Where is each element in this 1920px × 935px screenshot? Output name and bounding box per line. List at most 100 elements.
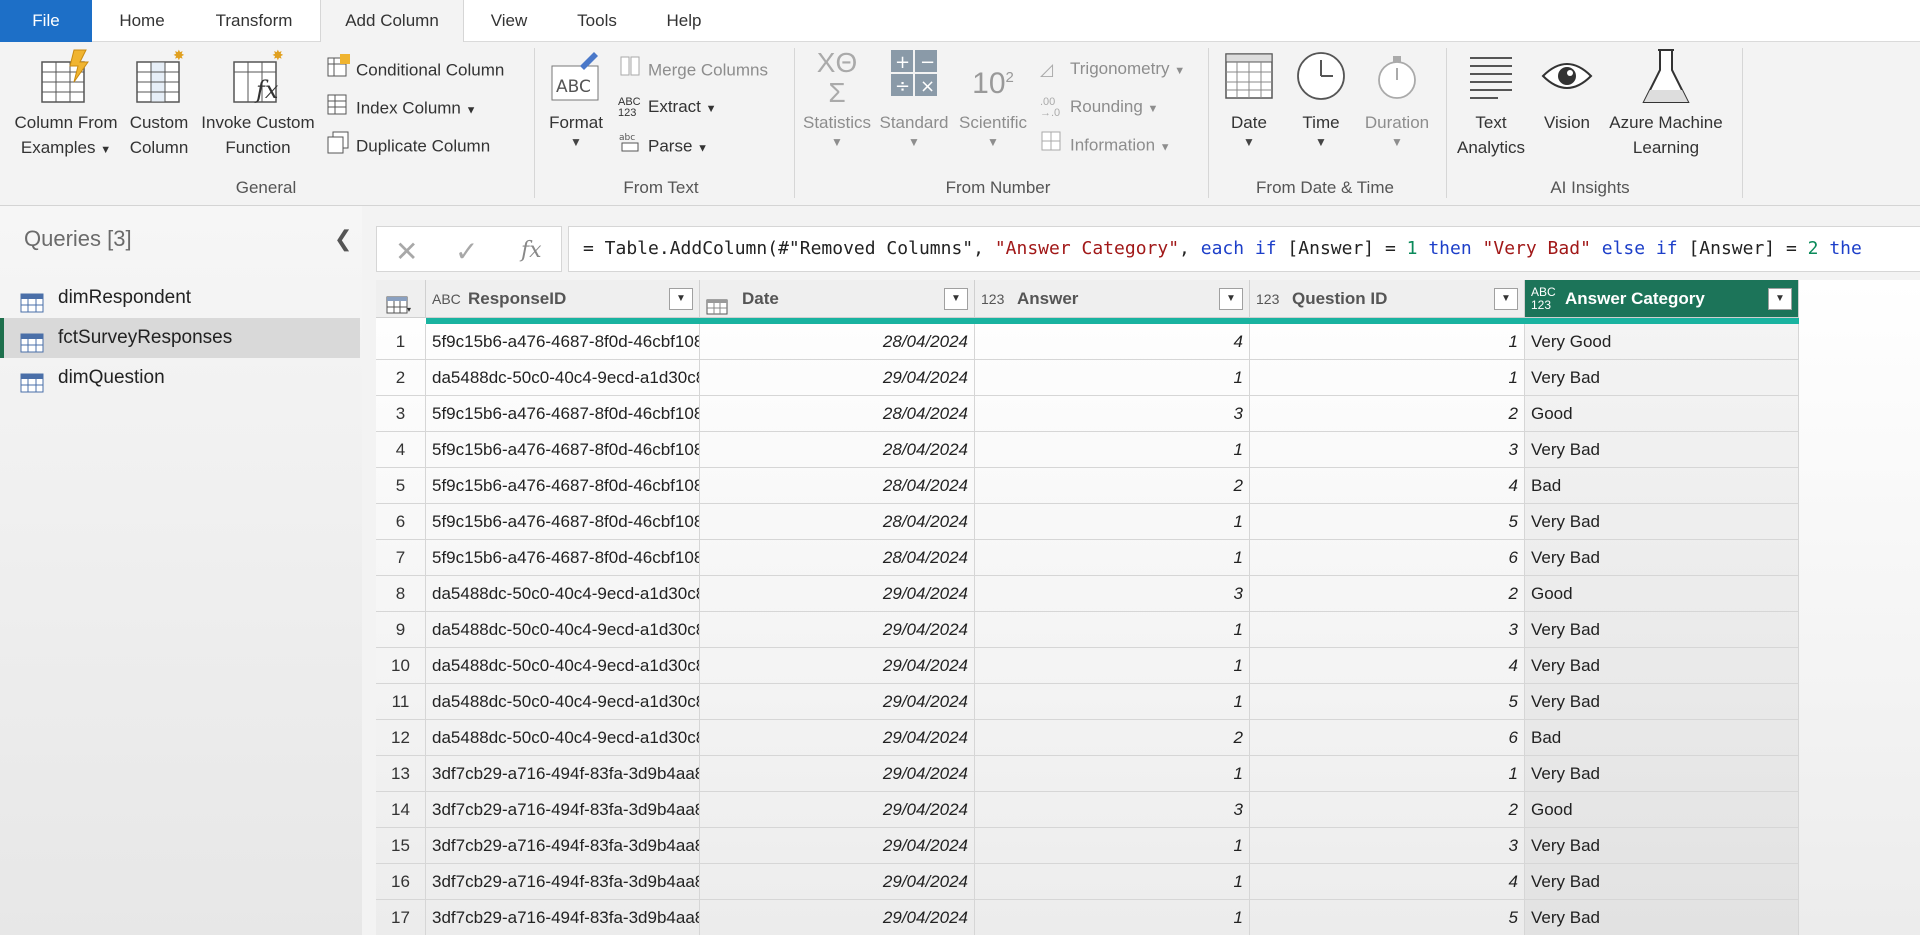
- cell-answer[interactable]: 4: [975, 324, 1250, 360]
- cell-responseid[interactable]: 5f9c15b6-a476-4687-8f0d-46cbf108c841: [426, 504, 700, 540]
- tab-help[interactable]: Help: [652, 0, 716, 42]
- cell-answer-category[interactable]: Bad: [1525, 468, 1799, 504]
- cell-question-id[interactable]: 5: [1250, 504, 1525, 540]
- cell-answer-category[interactable]: Very Bad: [1525, 828, 1799, 864]
- cell-question-id[interactable]: 1: [1250, 324, 1525, 360]
- row-number[interactable]: 5: [376, 468, 426, 504]
- cell-answer-category[interactable]: Bad: [1525, 720, 1799, 756]
- index-column-button[interactable]: Index Column ▼: [326, 92, 477, 122]
- table-row[interactable]: 11da5488dc-50c0-40c4-9ecd-a1d30c8e591129…: [376, 684, 1892, 720]
- cell-responseid[interactable]: 3df7cb29-a716-494f-83fa-3d9b4aa891e5: [426, 792, 700, 828]
- row-number[interactable]: 6: [376, 504, 426, 540]
- cell-answer-category[interactable]: Very Bad: [1525, 756, 1799, 792]
- parse-button[interactable]: abc Parse ▼: [618, 130, 708, 160]
- query-item-fctsurveyresponses[interactable]: fctSurveyResponses: [0, 318, 360, 358]
- cell-date[interactable]: 29/04/2024: [700, 720, 975, 756]
- tab-tools[interactable]: Tools: [562, 0, 632, 42]
- cell-answer-category[interactable]: Good: [1525, 396, 1799, 432]
- cell-responseid[interactable]: 5f9c15b6-a476-4687-8f0d-46cbf108c841: [426, 468, 700, 504]
- cell-answer[interactable]: 1: [975, 684, 1250, 720]
- query-item-dimrespondent[interactable]: dimRespondent: [0, 278, 360, 318]
- row-number[interactable]: 13: [376, 756, 426, 792]
- standard-button[interactable]: + − ÷ × Standard ▼: [876, 48, 952, 149]
- table-row[interactable]: 173df7cb29-a716-494f-83fa-3d9b4aa891e529…: [376, 900, 1892, 935]
- filter-dropdown-icon[interactable]: ▼: [944, 288, 968, 310]
- row-number[interactable]: 14: [376, 792, 426, 828]
- cell-responseid[interactable]: da5488dc-50c0-40c4-9ecd-a1d30c8e5911: [426, 612, 700, 648]
- cell-date[interactable]: 29/04/2024: [700, 864, 975, 900]
- cell-responseid[interactable]: 3df7cb29-a716-494f-83fa-3d9b4aa891e5: [426, 756, 700, 792]
- column-header-responseid[interactable]: ABC ResponseID ▼: [426, 280, 700, 318]
- query-item-dimquestion[interactable]: dimQuestion: [0, 358, 360, 398]
- cell-answer-category[interactable]: Very Bad: [1525, 432, 1799, 468]
- cell-date[interactable]: 28/04/2024: [700, 504, 975, 540]
- duration-button[interactable]: Duration ▼: [1358, 48, 1436, 149]
- cell-answer-category[interactable]: Very Bad: [1525, 684, 1799, 720]
- filter-dropdown-icon[interactable]: ▼: [669, 288, 693, 310]
- tab-add-column[interactable]: Add Column: [320, 0, 464, 43]
- cell-question-id[interactable]: 3: [1250, 612, 1525, 648]
- fx-insert-function-icon[interactable]: fx: [521, 238, 542, 263]
- table-row[interactable]: 12da5488dc-50c0-40c4-9ecd-a1d30c8e591129…: [376, 720, 1892, 756]
- cell-answer-category[interactable]: Very Good: [1525, 324, 1799, 360]
- time-button[interactable]: Time ▼: [1286, 48, 1356, 149]
- information-button[interactable]: Information ▼: [1040, 130, 1171, 160]
- duplicate-column-button[interactable]: Duplicate Column: [326, 130, 490, 160]
- vision-button[interactable]: Vision: [1534, 48, 1600, 135]
- text-analytics-button[interactable]: Text Analytics: [1448, 48, 1534, 160]
- cell-date[interactable]: 29/04/2024: [700, 792, 975, 828]
- cell-date[interactable]: 29/04/2024: [700, 756, 975, 792]
- cell-answer-category[interactable]: Good: [1525, 792, 1799, 828]
- cell-question-id[interactable]: 6: [1250, 720, 1525, 756]
- invoke-custom-function-button[interactable]: fx ✸ Invoke Custom Function: [194, 48, 322, 160]
- column-header-date[interactable]: Date ▼: [700, 280, 975, 318]
- cell-question-id[interactable]: 2: [1250, 396, 1525, 432]
- date-button[interactable]: Date ▼: [1214, 48, 1284, 149]
- cell-responseid[interactable]: 3df7cb29-a716-494f-83fa-3d9b4aa891e5: [426, 864, 700, 900]
- tab-transform[interactable]: Transform: [196, 0, 312, 42]
- cell-answer-category[interactable]: Very Bad: [1525, 648, 1799, 684]
- trigonometry-button[interactable]: ◿ Trigonometry ▼: [1040, 54, 1185, 84]
- cell-question-id[interactable]: 6: [1250, 540, 1525, 576]
- cell-responseid[interactable]: 5f9c15b6-a476-4687-8f0d-46cbf108c841: [426, 432, 700, 468]
- cell-date[interactable]: 29/04/2024: [700, 828, 975, 864]
- cell-date[interactable]: 29/04/2024: [700, 900, 975, 935]
- collapse-chevron-icon[interactable]: ❮: [334, 226, 352, 252]
- cell-question-id[interactable]: 5: [1250, 684, 1525, 720]
- cell-answer[interactable]: 1: [975, 432, 1250, 468]
- row-number[interactable]: 17: [376, 900, 426, 935]
- cell-question-id[interactable]: 2: [1250, 792, 1525, 828]
- cell-date[interactable]: 29/04/2024: [700, 648, 975, 684]
- cell-date[interactable]: 28/04/2024: [700, 432, 975, 468]
- scientific-button[interactable]: 102 Scientific ▼: [954, 48, 1032, 149]
- table-row[interactable]: 9da5488dc-50c0-40c4-9ecd-a1d30c8e591129/…: [376, 612, 1892, 648]
- row-number[interactable]: 4: [376, 432, 426, 468]
- column-header-answer[interactable]: 123 Answer ▼: [975, 280, 1250, 318]
- cell-answer[interactable]: 1: [975, 540, 1250, 576]
- cell-date[interactable]: 28/04/2024: [700, 396, 975, 432]
- column-header-answer-category[interactable]: ABC123 Answer Category ▼: [1525, 280, 1799, 318]
- cell-date[interactable]: 29/04/2024: [700, 360, 975, 396]
- table-row[interactable]: 15f9c15b6-a476-4687-8f0d-46cbf108c84128/…: [376, 324, 1892, 360]
- cell-answer-category[interactable]: Very Bad: [1525, 504, 1799, 540]
- table-row[interactable]: 2da5488dc-50c0-40c4-9ecd-a1d30c8e591129/…: [376, 360, 1892, 396]
- cell-answer[interactable]: 2: [975, 468, 1250, 504]
- cell-date[interactable]: 28/04/2024: [700, 324, 975, 360]
- rounding-button[interactable]: .00 →.0 Rounding ▼: [1040, 92, 1158, 122]
- tab-view[interactable]: View: [474, 0, 544, 42]
- format-button[interactable]: ABC Format ▼: [544, 48, 608, 149]
- cell-answer-category[interactable]: Good: [1525, 576, 1799, 612]
- cell-question-id[interactable]: 1: [1250, 360, 1525, 396]
- cell-question-id[interactable]: 4: [1250, 468, 1525, 504]
- cell-answer[interactable]: 1: [975, 756, 1250, 792]
- cell-answer-category[interactable]: Very Bad: [1525, 864, 1799, 900]
- cell-responseid[interactable]: da5488dc-50c0-40c4-9ecd-a1d30c8e5911: [426, 720, 700, 756]
- cell-answer[interactable]: 3: [975, 576, 1250, 612]
- table-row[interactable]: 55f9c15b6-a476-4687-8f0d-46cbf108c84128/…: [376, 468, 1892, 504]
- row-number[interactable]: 15: [376, 828, 426, 864]
- filter-dropdown-icon[interactable]: ▼: [1768, 288, 1792, 310]
- cell-responseid[interactable]: da5488dc-50c0-40c4-9ecd-a1d30c8e5911: [426, 684, 700, 720]
- cell-answer[interactable]: 1: [975, 504, 1250, 540]
- statistics-button[interactable]: XΘ Σ Statistics ▼: [800, 48, 874, 150]
- cell-question-id[interactable]: 4: [1250, 648, 1525, 684]
